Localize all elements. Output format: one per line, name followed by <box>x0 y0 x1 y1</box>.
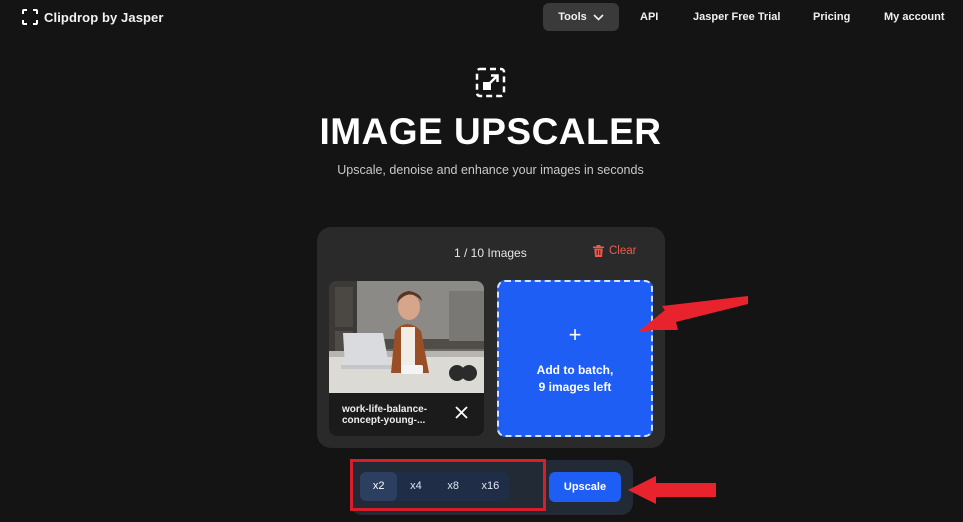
add-to-batch-line-2: 9 images left <box>538 380 612 394</box>
scale-option-x4[interactable]: x4 <box>397 472 434 501</box>
nav-account-link[interactable]: My account <box>884 3 945 31</box>
plus-icon: + <box>568 322 582 347</box>
upscale-button[interactable]: Upscale <box>549 472 621 502</box>
image-thumbnail-card[interactable]: work-life-balance- concept-young-... <box>329 281 484 436</box>
scale-option-x2[interactable]: x2 <box>360 472 398 501</box>
nav-api-link[interactable]: API <box>640 3 658 31</box>
page-title: IMAGE UPSCALER <box>319 111 662 152</box>
chevron-down-icon <box>593 13 604 21</box>
scale-option-x16[interactable]: x16 <box>472 472 509 501</box>
annotation-arrow-icon <box>628 476 716 504</box>
nav-tools-label: Tools <box>558 11 587 23</box>
add-to-batch-text: Add to batch, 9 images left <box>499 362 651 396</box>
scale-option-x8[interactable]: x8 <box>435 472 472 501</box>
upscale-icon <box>475 67 506 98</box>
page: Clipdrop by Jasper Tools API Jasper Free… <box>0 0 963 522</box>
clear-label: Clear <box>609 245 637 257</box>
nav-free-trial-link[interactable]: Jasper Free Trial <box>693 3 780 31</box>
top-nav: Tools API Jasper Free Trial Pricing My a… <box>0 3 963 31</box>
batch-panel: 1 / 10 Images Clear work-life-balance- c… <box>317 227 665 448</box>
nav-tools-dropdown[interactable]: Tools <box>543 3 619 31</box>
add-to-batch-line-1: Add to batch, <box>536 363 614 377</box>
trash-icon <box>593 245 604 257</box>
annotation-arrow-icon <box>638 296 748 332</box>
nav-pricing-link[interactable]: Pricing <box>813 3 850 31</box>
clear-button[interactable]: Clear <box>593 245 636 257</box>
page-subtitle: Upscale, denoise and enhance your images… <box>337 163 644 177</box>
scale-selector: x2 x4 x8 x16 <box>360 472 509 501</box>
thumbnail-image <box>329 281 484 393</box>
close-icon[interactable] <box>455 406 468 419</box>
thumbnail-filename-line-1: work-life-balance- <box>342 404 428 415</box>
add-to-batch-button[interactable]: + Add to batch, 9 images left <box>497 280 653 437</box>
thumbnail-filename-line-2: concept-young-... <box>342 415 426 426</box>
thumbnail-filename: work-life-balance- concept-young-... <box>342 404 452 426</box>
image-count: 1 / 10 Images <box>454 246 527 260</box>
